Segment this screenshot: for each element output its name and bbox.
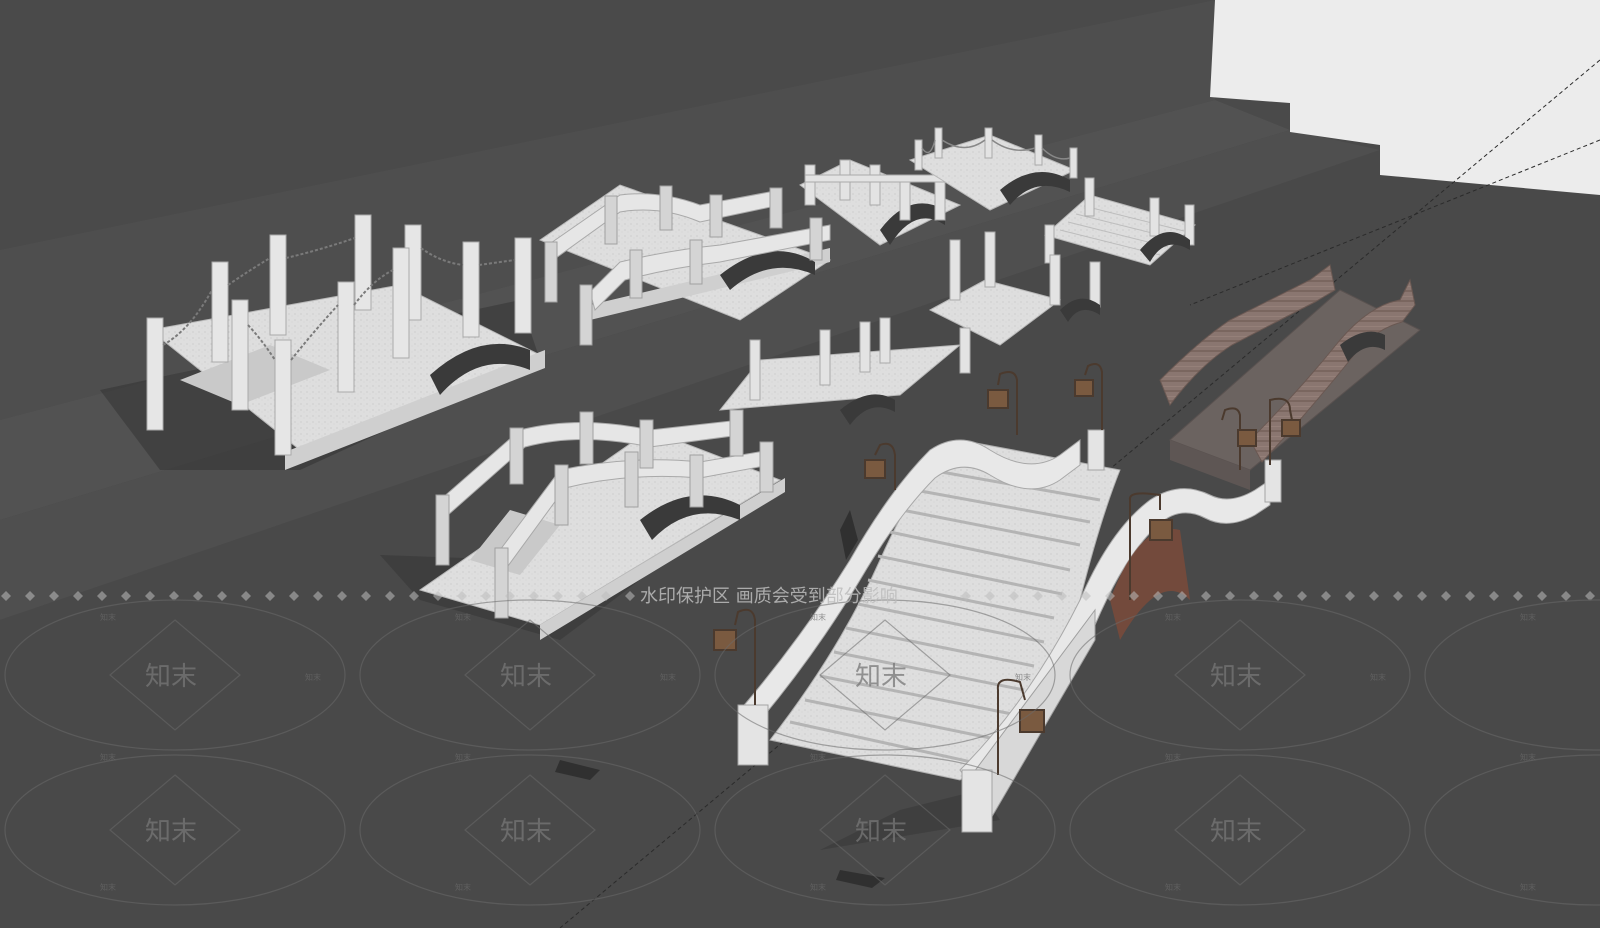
watermark-brand: 知末 bbox=[855, 817, 907, 847]
watermark-tag: 知末 bbox=[810, 882, 826, 892]
watermark-tag: 知末 bbox=[1015, 672, 1031, 682]
watermark-tag: 知末 bbox=[455, 612, 471, 622]
watermark-brand: 知末 bbox=[1210, 817, 1262, 847]
scene-svg: 水印保护区 画质会受到部分影响 知末 知末 知末 知末 知末 知末 知末 知末 … bbox=[0, 0, 1600, 928]
watermark-tag: 知末 bbox=[100, 612, 116, 622]
watermark-tag: 知末 bbox=[1520, 612, 1536, 622]
watermark-banner: 水印保护区 画质会受到部分影响 bbox=[640, 586, 898, 607]
watermark-tag: 知末 bbox=[100, 882, 116, 892]
watermark-tag: 知末 bbox=[100, 752, 116, 762]
watermark-tag: 知末 bbox=[660, 672, 676, 682]
watermark-brand: 知末 bbox=[500, 817, 552, 847]
watermark-tag: 知末 bbox=[1370, 672, 1386, 682]
watermark-tag: 知末 bbox=[455, 882, 471, 892]
watermark-brand: 知末 bbox=[145, 817, 197, 847]
watermark-tag: 知末 bbox=[455, 752, 471, 762]
watermark-brand: 知末 bbox=[855, 662, 907, 692]
watermark-brand: 知末 bbox=[1210, 662, 1262, 692]
watermark-tag: 知末 bbox=[1520, 882, 1536, 892]
watermark-tag: 知末 bbox=[1165, 752, 1181, 762]
watermark-tag: 知末 bbox=[1520, 752, 1536, 762]
watermark-tag: 知末 bbox=[1165, 882, 1181, 892]
watermark-tag: 知末 bbox=[305, 672, 321, 682]
model-viewport[interactable]: 水印保护区 画质会受到部分影响 知末 知末 知末 知末 知末 知末 知末 知末 … bbox=[0, 0, 1600, 928]
watermark-tag: 知末 bbox=[810, 752, 826, 762]
watermark-brand: 知末 bbox=[145, 662, 197, 692]
watermark-brand: 知末 bbox=[500, 662, 552, 692]
watermark-tag: 知末 bbox=[1165, 612, 1181, 622]
watermark-tag: 知末 bbox=[810, 612, 826, 622]
